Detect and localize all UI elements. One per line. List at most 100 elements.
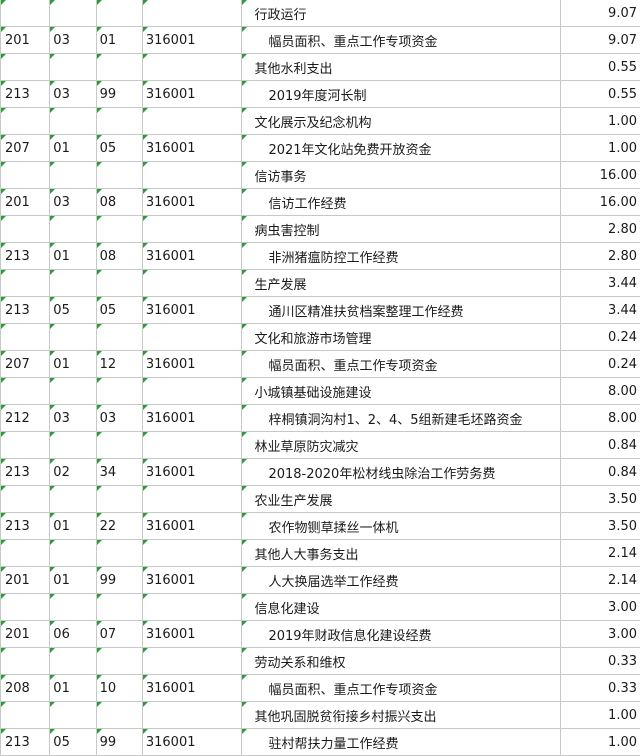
cell-item-code[interactable]: 05 — [96, 135, 142, 162]
cell-project-name[interactable]: 行政运行 — [242, 0, 561, 27]
cell-amount[interactable]: 3.50 — [561, 513, 640, 540]
cell-class-code[interactable]: 213 — [1, 297, 50, 324]
cell-project-name[interactable]: 劳动关系和维权 — [242, 648, 561, 675]
cell-item-code[interactable]: 99 — [96, 567, 142, 594]
cell-section-code[interactable]: 01 — [50, 567, 96, 594]
cell-unit-code[interactable]: 316001 — [142, 135, 242, 162]
cell-unit-code[interactable]: 316001 — [142, 513, 242, 540]
cell-item-code[interactable] — [96, 486, 142, 513]
cell-amount[interactable]: 3.00 — [561, 594, 640, 621]
cell-amount[interactable]: 16.00 — [561, 162, 640, 189]
cell-project-name[interactable]: 2021年文化站免费开放资金 — [242, 135, 561, 162]
cell-unit-code[interactable] — [142, 594, 242, 621]
cell-project-name[interactable]: 驻村帮扶力量工作经费 — [242, 729, 561, 756]
cell-section-code[interactable] — [50, 0, 96, 27]
cell-section-code[interactable]: 06 — [50, 621, 96, 648]
cell-section-code[interactable] — [50, 378, 96, 405]
cell-amount[interactable]: 3.00 — [561, 621, 640, 648]
cell-class-code[interactable] — [1, 108, 50, 135]
cell-item-code[interactable] — [96, 0, 142, 27]
cell-class-code[interactable]: 213 — [1, 81, 50, 108]
cell-project-name[interactable]: 病虫害控制 — [242, 216, 561, 243]
cell-unit-code[interactable] — [142, 324, 242, 351]
cell-amount[interactable]: 0.24 — [561, 324, 640, 351]
cell-amount[interactable]: 0.84 — [561, 432, 640, 459]
cell-item-code[interactable]: 01 — [96, 27, 142, 54]
cell-item-code[interactable] — [96, 432, 142, 459]
cell-project-name[interactable]: 非洲猪瘟防控工作经费 — [242, 243, 561, 270]
cell-section-code[interactable]: 03 — [50, 27, 96, 54]
cell-amount[interactable]: 8.00 — [561, 378, 640, 405]
cell-project-name[interactable]: 林业草原防灾减灾 — [242, 432, 561, 459]
cell-class-code[interactable] — [1, 162, 50, 189]
cell-class-code[interactable]: 207 — [1, 351, 50, 378]
cell-amount[interactable]: 2.80 — [561, 216, 640, 243]
cell-item-code[interactable]: 03 — [96, 405, 142, 432]
cell-unit-code[interactable]: 316001 — [142, 243, 242, 270]
cell-project-name[interactable]: 幅员面积、重点工作专项资金 — [242, 351, 561, 378]
cell-unit-code[interactable]: 316001 — [142, 729, 242, 756]
cell-class-code[interactable] — [1, 270, 50, 297]
cell-unit-code[interactable] — [142, 486, 242, 513]
cell-class-code[interactable]: 208 — [1, 675, 50, 702]
cell-class-code[interactable] — [1, 216, 50, 243]
cell-unit-code[interactable] — [142, 216, 242, 243]
cell-amount[interactable]: 0.55 — [561, 54, 640, 81]
cell-section-code[interactable]: 01 — [50, 243, 96, 270]
cell-class-code[interactable] — [1, 54, 50, 81]
cell-unit-code[interactable] — [142, 432, 242, 459]
cell-class-code[interactable]: 212 — [1, 405, 50, 432]
cell-class-code[interactable]: 213 — [1, 243, 50, 270]
cell-item-code[interactable] — [96, 648, 142, 675]
cell-class-code[interactable] — [1, 432, 50, 459]
cell-section-code[interactable] — [50, 270, 96, 297]
cell-amount[interactable]: 2.14 — [561, 567, 640, 594]
cell-amount[interactable]: 0.24 — [561, 351, 640, 378]
cell-unit-code[interactable] — [142, 378, 242, 405]
cell-unit-code[interactable] — [142, 648, 242, 675]
cell-section-code[interactable] — [50, 54, 96, 81]
cell-class-code[interactable]: 213 — [1, 513, 50, 540]
cell-section-code[interactable]: 02 — [50, 459, 96, 486]
cell-item-code[interactable] — [96, 702, 142, 729]
cell-item-code[interactable] — [96, 162, 142, 189]
cell-amount[interactable]: 8.00 — [561, 405, 640, 432]
cell-item-code[interactable]: 34 — [96, 459, 142, 486]
cell-project-name[interactable]: 梓桐镇洞沟村1、2、4、5组新建毛坯路资金 — [242, 405, 561, 432]
cell-amount[interactable]: 3.44 — [561, 297, 640, 324]
cell-unit-code[interactable] — [142, 162, 242, 189]
cell-class-code[interactable]: 201 — [1, 189, 50, 216]
cell-amount[interactable]: 1.00 — [561, 108, 640, 135]
cell-item-code[interactable]: 08 — [96, 189, 142, 216]
cell-project-name[interactable]: 信访工作经费 — [242, 189, 561, 216]
cell-unit-code[interactable]: 316001 — [142, 459, 242, 486]
cell-section-code[interactable] — [50, 486, 96, 513]
cell-class-code[interactable] — [1, 648, 50, 675]
cell-section-code[interactable]: 01 — [50, 351, 96, 378]
cell-amount[interactable]: 1.00 — [561, 702, 640, 729]
cell-section-code[interactable] — [50, 702, 96, 729]
cell-section-code[interactable] — [50, 324, 96, 351]
cell-amount[interactable]: 9.07 — [561, 0, 640, 27]
cell-class-code[interactable] — [1, 486, 50, 513]
cell-class-code[interactable]: 201 — [1, 567, 50, 594]
cell-item-code[interactable]: 10 — [96, 675, 142, 702]
cell-class-code[interactable]: 201 — [1, 27, 50, 54]
cell-class-code[interactable] — [1, 0, 50, 27]
cell-unit-code[interactable] — [142, 54, 242, 81]
cell-project-name[interactable]: 2019年财政信息化建设经费 — [242, 621, 561, 648]
cell-amount[interactable]: 16.00 — [561, 189, 640, 216]
cell-amount[interactable]: 9.07 — [561, 27, 640, 54]
cell-project-name[interactable]: 信访事务 — [242, 162, 561, 189]
cell-item-code[interactable] — [96, 54, 142, 81]
cell-class-code[interactable] — [1, 324, 50, 351]
cell-section-code[interactable]: 03 — [50, 405, 96, 432]
cell-unit-code[interactable]: 316001 — [142, 297, 242, 324]
cell-item-code[interactable]: 99 — [96, 81, 142, 108]
cell-unit-code[interactable]: 316001 — [142, 351, 242, 378]
cell-section-code[interactable] — [50, 648, 96, 675]
cell-item-code[interactable]: 12 — [96, 351, 142, 378]
cell-amount[interactable]: 2.80 — [561, 243, 640, 270]
cell-unit-code[interactable]: 316001 — [142, 567, 242, 594]
cell-item-code[interactable]: 05 — [96, 297, 142, 324]
